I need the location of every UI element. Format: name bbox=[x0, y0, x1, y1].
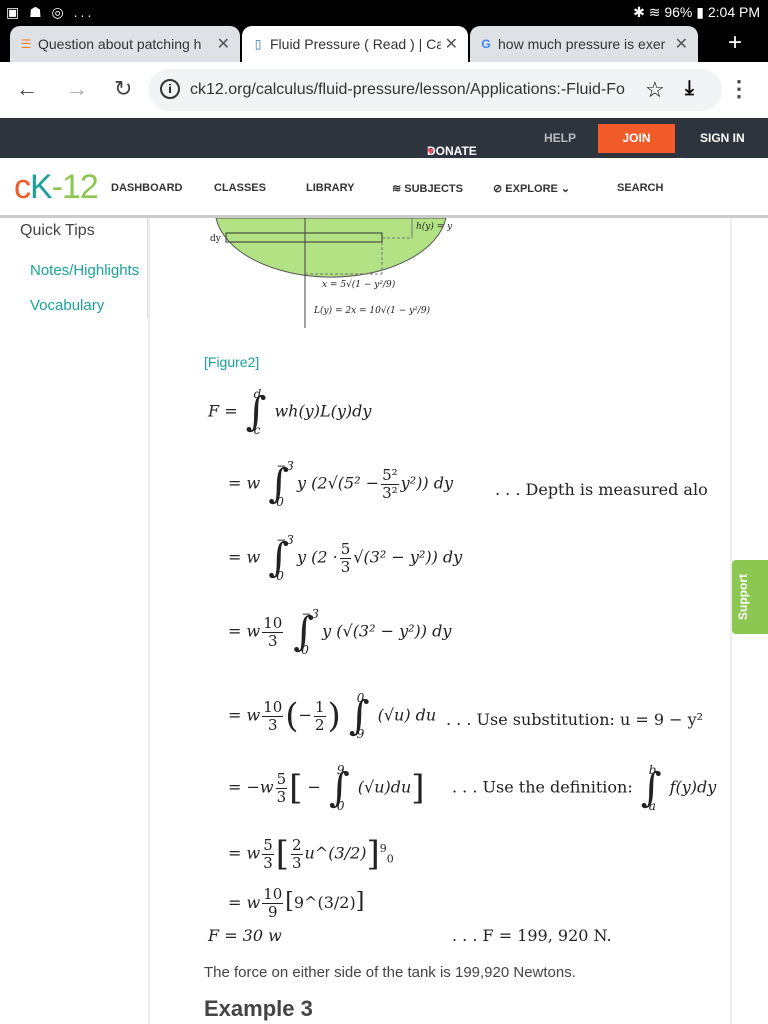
tab-google[interactable]: Ghow much pressure is exer ✕ bbox=[470, 26, 698, 62]
note-depth: . . . Depth is measured alo bbox=[495, 480, 708, 499]
figure-caption[interactable]: [Figure2] bbox=[204, 354, 259, 370]
eq-line-3: = w ∫ −3 0 y (2 · 5 3 √(3² − y²)) dy bbox=[228, 533, 463, 583]
h-label: h(y) = y bbox=[416, 222, 453, 232]
ck12-logo[interactable]: cK-12 bbox=[14, 168, 99, 207]
info-icon[interactable]: i bbox=[160, 79, 180, 99]
nav-classes[interactable]: CLASSES bbox=[214, 182, 266, 194]
close-tab-icon[interactable]: ✕ bbox=[440, 34, 458, 54]
close-tab-icon[interactable]: ✕ bbox=[670, 34, 688, 54]
download-icon[interactable]: ⤓ bbox=[685, 77, 694, 100]
nav-library[interactable]: LIBRARY bbox=[306, 182, 354, 194]
sidebar: Quick Tips Notes/Highlights Vocabulary bbox=[0, 218, 148, 1024]
eq-line-6: = −w 5 3[ − ∫ 9 0 (√u)du] bbox=[228, 763, 425, 813]
support-button[interactable]: Support bbox=[732, 560, 768, 634]
new-tab-button[interactable]: + bbox=[728, 29, 742, 57]
heart-icon: ♥ bbox=[427, 144, 435, 158]
L-equation: L(y) = 2x = 10√(1 − y²/9) bbox=[314, 306, 431, 316]
note-definition: . . . Use the definition: ∫ b a f(y)dy bbox=[452, 763, 717, 813]
note-result: . . . F = 199, 920 N. bbox=[452, 926, 612, 945]
example-heading: Example 3 bbox=[204, 996, 313, 1021]
status-bar: ▣ ☗ ◎ ... ✱ ≋ 96% ▮ 2:04 PM bbox=[0, 0, 768, 25]
menu-icon[interactable]: ⋮ bbox=[728, 76, 750, 102]
tab-fluid-pressure[interactable]: ▯ Fluid Pressure ( Read ) | Ca ✕ bbox=[242, 26, 468, 62]
forward-icon[interactable]: → bbox=[66, 76, 88, 102]
star-icon[interactable]: ☆ bbox=[645, 77, 665, 103]
close-tab-icon[interactable]: ✕ bbox=[212, 34, 230, 54]
quick-tips-title: Quick Tips bbox=[20, 222, 95, 239]
battery-level: 96% bbox=[664, 4, 693, 20]
compass-icon: ⊘ bbox=[493, 183, 503, 195]
eq-line-1: F = ∫ d c wh(y)L(y)dy bbox=[208, 387, 372, 437]
tab-question[interactable]: ☰ Question about patching h ✕ bbox=[10, 26, 240, 62]
bluetooth-wifi-icon: ✱ ≋ bbox=[633, 4, 661, 20]
site-top-bar: DONATE ♥ HELP JOIN SIGN IN bbox=[0, 118, 768, 158]
layers-icon: ≋ bbox=[392, 183, 402, 195]
nav-dashboard[interactable]: DASHBOARD bbox=[111, 182, 183, 194]
eq-line-4: = w 10 3 ∫ −3 0 y (√(3² − y²)) dy bbox=[228, 607, 452, 657]
stack-icon: ☰ bbox=[20, 37, 32, 51]
eq-line-2: = w ∫ −3 0 y (2√(5² −5² 3² y²)) dy bbox=[228, 459, 453, 509]
dy-label: dy bbox=[210, 234, 221, 244]
reload-icon[interactable]: ↻ bbox=[114, 76, 132, 102]
main-nav: cK-12 DASHBOARD CLASSES LIBRARY ≋ SUBJEC… bbox=[0, 158, 768, 218]
chevron-down-icon: ⌄ bbox=[560, 183, 571, 195]
battery-icon: ▮ bbox=[696, 4, 704, 20]
nav-search[interactable]: SEARCH bbox=[617, 182, 663, 194]
lesson-content: dy h(y) = y x = 5√(1 − y²/9) L(y) = 2x =… bbox=[148, 218, 732, 1024]
tab-strip: ☰ Question about patching h ✕ ▯ Fluid Press… bbox=[0, 25, 768, 62]
nav-subjects[interactable]: ≋ SUBJECTS bbox=[392, 182, 463, 195]
help-link[interactable]: HELP bbox=[544, 131, 576, 145]
doc-icon: ▯ bbox=[254, 37, 262, 51]
eq-line-7: = w 5 3[2 3 u^(3/2)]90 bbox=[228, 834, 394, 874]
note-substitution: . . . Use substitution: u = 9 − y² bbox=[446, 710, 704, 729]
clock: 2:04 PM bbox=[707, 4, 760, 20]
address-bar-row: ← → ↻ i ck12.org/calculus/fluid-pressure… bbox=[0, 62, 768, 118]
eq-line-9: F = 30 w bbox=[208, 926, 282, 945]
eq-line-8: = w 10 9 [9^(3/2)] bbox=[228, 885, 365, 921]
url-field[interactable]: i ck12.org/calculus/fluid-pressure/lesso… bbox=[148, 69, 722, 111]
google-icon: G bbox=[481, 37, 491, 51]
x-equation: x = 5√(1 − y²/9) bbox=[322, 280, 396, 290]
tank-figure bbox=[215, 218, 447, 328]
eq-line-5: = w 10 3 (− 1 2) ∫ 0 9 (√u) du bbox=[228, 691, 437, 741]
back-icon[interactable]: ← bbox=[16, 76, 38, 102]
sign-in-link[interactable]: SIGN IN bbox=[700, 131, 745, 145]
sidebar-link-notes[interactable]: Notes/Highlights bbox=[30, 262, 139, 279]
url-text[interactable]: ck12.org/calculus/fluid-pressure/lesson/… bbox=[190, 81, 640, 99]
notification-icons: ▣ ☗ ◎ ... bbox=[6, 4, 95, 20]
nav-explore[interactable]: ⊘ EXPLORE ⌄ bbox=[493, 182, 570, 195]
join-button[interactable]: JOIN bbox=[598, 124, 675, 153]
sidebar-link-vocabulary[interactable]: Vocabulary bbox=[30, 297, 104, 314]
result-text: The force on either side of the tank is … bbox=[204, 964, 576, 981]
